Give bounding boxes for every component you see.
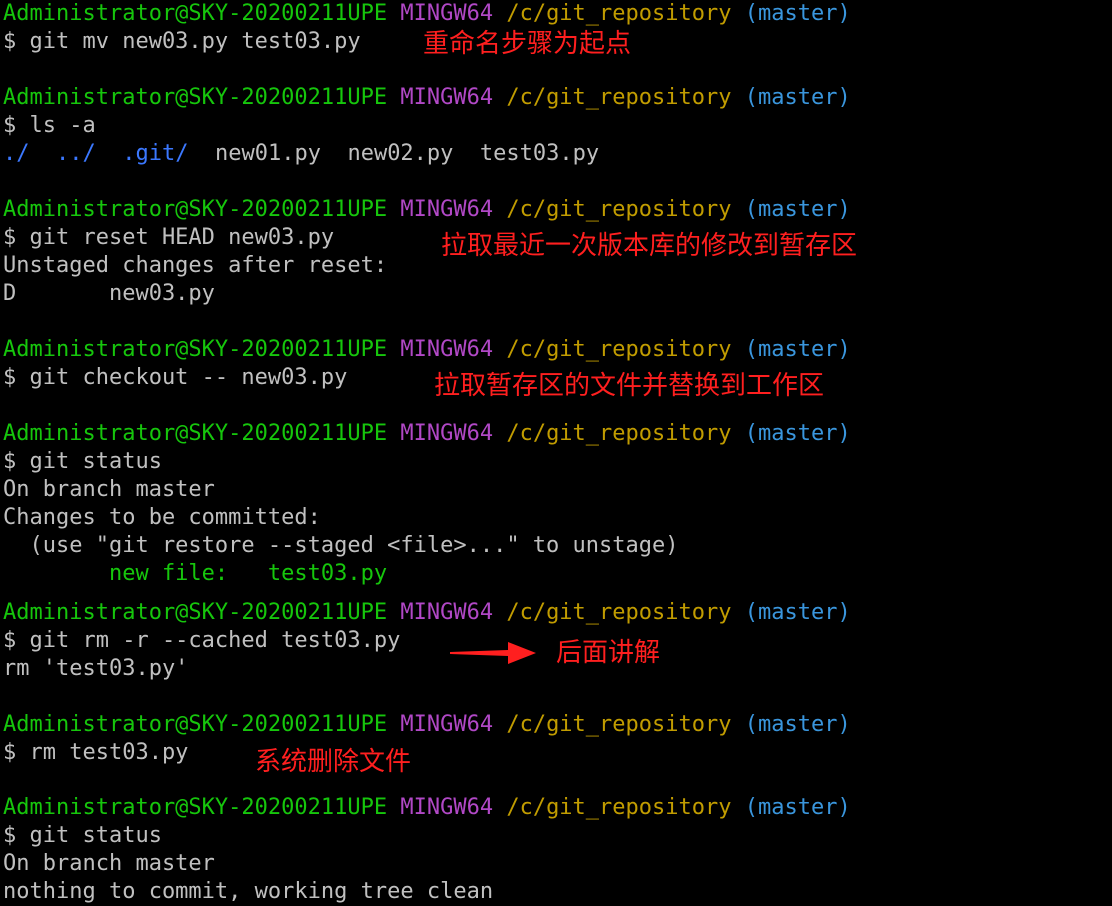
ls-file: test03.py <box>479 141 600 166</box>
prompt-mingw: MINGW64 <box>400 85 494 110</box>
right-arrow-icon <box>450 642 536 664</box>
annotation-checkout: 拉取暂存区的文件并替换到工作区 <box>434 371 825 401</box>
command-line: $ ls -a <box>3 113 96 138</box>
prompt-line: Administrator@SKY-20200211UPE MINGW64 /c… <box>3 794 851 822</box>
prompt-user-host: Administrator@SKY-20200211UPE <box>3 600 388 625</box>
prompt-line: Administrator@SKY-20200211UPE MINGW64 /c… <box>3 0 851 28</box>
prompt-branch: (master) <box>744 600 851 625</box>
prompt-line: Administrator@SKY-20200211UPE MINGW64 /c… <box>3 599 851 627</box>
annotation-explain-later: 后面讲解 <box>556 638 661 668</box>
staged-file-line: new file: test03.py <box>3 561 388 586</box>
output-line: On branch master <box>3 477 215 502</box>
prompt-user-host: Administrator@SKY-20200211UPE <box>3 421 388 446</box>
prompt-path: /c/git_repository <box>506 197 732 222</box>
ls-dir: .git/ <box>122 141 189 166</box>
prompt-line: Administrator@SKY-20200211UPE MINGW64 /c… <box>3 196 851 224</box>
prompt-path: /c/git_repository <box>506 337 732 362</box>
prompt-line: Administrator@SKY-20200211UPE MINGW64 /c… <box>3 711 851 739</box>
prompt-user-host: Administrator@SKY-20200211UPE <box>3 795 388 820</box>
prompt-line: Administrator@SKY-20200211UPE MINGW64 /c… <box>3 336 851 364</box>
prompt-path: /c/git_repository <box>506 600 732 625</box>
prompt-branch: (master) <box>744 337 851 362</box>
annotation-system-delete: 系统删除文件 <box>255 747 412 777</box>
annotation-reset-head: 拉取最近一次版本库的修改到暂存区 <box>441 231 858 261</box>
prompt-line: Administrator@SKY-20200211UPE MINGW64 /c… <box>3 84 851 112</box>
terminal-window[interactable]: Administrator@SKY-20200211UPE MINGW64 /c… <box>0 0 1112 906</box>
ls-dir: ../ <box>56 141 96 166</box>
prompt-path: /c/git_repository <box>506 421 732 446</box>
command-line: $ git status <box>3 449 162 474</box>
command-line: $ git rm -r --cached test03.py <box>3 628 401 653</box>
command-line: $ git checkout -- new03.py <box>3 365 348 390</box>
prompt-mingw: MINGW64 <box>400 795 494 820</box>
prompt-mingw: MINGW64 <box>400 421 494 446</box>
ls-file: new01.py <box>214 141 321 166</box>
prompt-user-host: Administrator@SKY-20200211UPE <box>3 85 388 110</box>
command-line: $ git mv new03.py test03.py <box>3 29 361 54</box>
prompt-mingw: MINGW64 <box>400 600 494 625</box>
prompt-branch: (master) <box>744 85 851 110</box>
prompt-user-host: Administrator@SKY-20200211UPE <box>3 337 388 362</box>
prompt-path: /c/git_repository <box>506 795 732 820</box>
prompt-path: /c/git_repository <box>506 712 732 737</box>
prompt-branch: (master) <box>744 712 851 737</box>
command-line: $ git status <box>3 823 162 848</box>
output-line: rm 'test03.py' <box>3 656 189 681</box>
prompt-branch: (master) <box>744 1 851 26</box>
prompt-user-host: Administrator@SKY-20200211UPE <box>3 1 388 26</box>
prompt-branch: (master) <box>744 421 851 446</box>
command-line: $ git reset HEAD new03.py <box>3 225 335 250</box>
output-line: (use "git restore --staged <file>..." to… <box>3 533 679 558</box>
prompt-mingw: MINGW64 <box>400 337 494 362</box>
output-line: nothing to commit, working tree clean <box>3 879 494 904</box>
prompt-mingw: MINGW64 <box>400 712 494 737</box>
output-line: Changes to be committed: <box>3 505 321 530</box>
prompt-user-host: Administrator@SKY-20200211UPE <box>3 197 388 222</box>
prompt-mingw: MINGW64 <box>400 1 494 26</box>
prompt-line: Administrator@SKY-20200211UPE MINGW64 /c… <box>3 420 851 448</box>
prompt-branch: (master) <box>744 795 851 820</box>
output-line: D new03.py <box>3 281 215 306</box>
annotation-rename-start: 重命名步骤为起点 <box>423 29 632 59</box>
prompt-branch: (master) <box>744 197 851 222</box>
ls-file: new02.py <box>347 141 454 166</box>
prompt-mingw: MINGW64 <box>400 197 494 222</box>
ls-output: ./ ../ .git/ new01.py new02.py test03.py <box>3 140 599 168</box>
prompt-user-host: Administrator@SKY-20200211UPE <box>3 712 388 737</box>
output-line: On branch master <box>3 851 215 876</box>
prompt-path: /c/git_repository <box>506 85 732 110</box>
output-line: Unstaged changes after reset: <box>3 253 388 278</box>
command-line: $ rm test03.py <box>3 740 189 765</box>
ls-dir: ./ <box>3 141 30 166</box>
prompt-path: /c/git_repository <box>506 1 732 26</box>
